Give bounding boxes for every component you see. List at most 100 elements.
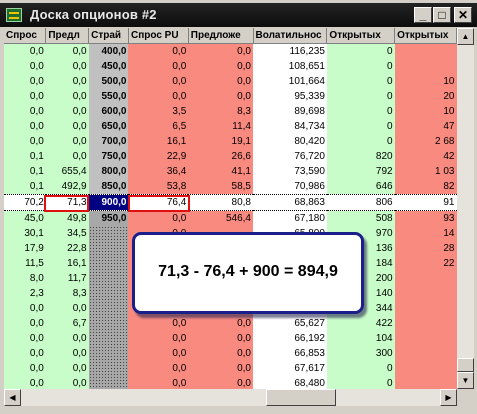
cell-call-open-interest[interactable]: 0: [326, 376, 395, 389]
cell-put-open-interest[interactable]: 20: [394, 89, 457, 104]
cell-call-open-interest[interactable]: 0: [326, 74, 395, 89]
table-row[interactable]: 70,2 71,3 900,0 76,4 80,8 68,863 806 91: [4, 194, 457, 211]
cell-put-ask[interactable]: 41,1: [188, 164, 253, 179]
cell-volatility[interactable]: 76,720: [253, 149, 327, 164]
cell-call-bid[interactable]: 0,0: [4, 301, 46, 316]
cell-strike[interactable]: 500,0: [88, 74, 129, 89]
col-header-put-bid[interactable]: Спрос PU: [128, 28, 189, 44]
cell-call-bid[interactable]: 70,2: [4, 194, 46, 211]
cell-call-open-interest[interactable]: 104: [326, 331, 395, 346]
cell-call-ask[interactable]: 0,0: [45, 59, 89, 74]
cell-put-bid[interactable]: 53,8: [128, 179, 189, 195]
cell-strike-empty[interactable]: [88, 241, 129, 256]
cell-call-bid[interactable]: 30,1: [4, 226, 46, 241]
cell-call-ask[interactable]: 0,0: [45, 119, 89, 134]
cell-put-open-interest[interactable]: 22: [394, 256, 457, 271]
cell-put-bid[interactable]: 76,4: [128, 194, 189, 211]
cell-put-bid[interactable]: 0,0: [128, 361, 189, 376]
cell-call-ask[interactable]: 0,0: [45, 331, 89, 346]
cell-volatility[interactable]: 70,986: [253, 179, 327, 195]
cell-call-open-interest[interactable]: 0: [326, 104, 395, 119]
minimize-button[interactable]: _: [414, 7, 432, 23]
col-header-put-ask[interactable]: Предложе: [188, 28, 254, 44]
cell-put-open-interest[interactable]: 28: [394, 241, 457, 256]
cell-call-ask[interactable]: 0,0: [45, 149, 89, 164]
cell-call-ask[interactable]: 0,0: [45, 346, 89, 361]
cell-put-ask[interactable]: 11,4: [188, 119, 253, 134]
cell-call-ask[interactable]: 0,0: [45, 104, 89, 119]
table-row[interactable]: 0,0 0,0 0,0 0,0 66,192 104: [4, 331, 457, 346]
cell-call-open-interest[interactable]: 0: [326, 134, 395, 149]
table-row[interactable]: 0,0 0,0 700,0 16,1 19,1 80,420 0 2 68: [4, 134, 457, 149]
cell-put-ask[interactable]: 0,0: [188, 74, 253, 89]
table-row[interactable]: 0,0 0,0 0,0 0,0 68,480 0: [4, 376, 457, 389]
maximize-button[interactable]: □: [433, 7, 451, 23]
cell-put-bid[interactable]: 6,5: [128, 119, 189, 134]
cell-call-open-interest[interactable]: 0: [326, 89, 395, 104]
cell-put-open-interest[interactable]: 10: [394, 104, 457, 119]
cell-put-bid[interactable]: 0,0: [128, 89, 189, 104]
cell-put-ask[interactable]: 546,4: [188, 210, 253, 226]
cell-strike-empty[interactable]: [88, 316, 129, 331]
cell-strike[interactable]: 450,0: [88, 59, 129, 74]
cell-call-ask[interactable]: 6,7: [45, 316, 89, 331]
cell-call-bid[interactable]: 2,3: [4, 286, 46, 301]
cell-put-open-interest[interactable]: 10: [394, 74, 457, 89]
table-row[interactable]: 0,0 0,0 0,0 0,0 67,617 0: [4, 361, 457, 376]
cell-volatility[interactable]: 68,863: [253, 194, 327, 211]
cell-put-open-interest[interactable]: 42: [394, 149, 457, 164]
cell-call-ask[interactable]: 0,0: [45, 301, 89, 316]
cell-put-open-interest[interactable]: 14: [394, 226, 457, 241]
cell-put-open-interest[interactable]: 91: [394, 194, 457, 211]
cell-put-ask[interactable]: 0,0: [188, 346, 253, 361]
cell-strike[interactable]: 900,0: [88, 194, 129, 211]
cell-call-bid[interactable]: 0,0: [4, 134, 46, 149]
cell-strike-empty[interactable]: [88, 376, 129, 389]
cell-call-bid[interactable]: 0,1: [4, 179, 46, 195]
cell-call-ask[interactable]: 0,0: [45, 361, 89, 376]
cell-call-open-interest[interactable]: 646: [326, 179, 395, 195]
scroll-left-button[interactable]: ◀: [4, 389, 21, 406]
cell-volatility[interactable]: 89,698: [253, 104, 327, 119]
cell-put-bid[interactable]: 0,0: [128, 210, 189, 226]
cell-strike-empty[interactable]: [88, 271, 129, 286]
cell-strike[interactable]: 700,0: [88, 134, 129, 149]
scroll-down-button[interactable]: ▼: [457, 372, 474, 389]
cell-put-bid[interactable]: 36,4: [128, 164, 189, 179]
cell-put-ask[interactable]: 0,0: [188, 361, 253, 376]
table-row[interactable]: 0,0 0,0 400,0 0,0 0,0 116,235 0: [4, 43, 457, 59]
col-header-volatility[interactable]: Волатильнос: [253, 28, 328, 44]
cell-call-bid[interactable]: 0,0: [4, 43, 46, 59]
col-header-call-ask[interactable]: Предл: [45, 28, 90, 44]
cell-call-bid[interactable]: 0,0: [4, 119, 46, 134]
scroll-up-button[interactable]: ▲: [457, 28, 474, 45]
cell-call-open-interest[interactable]: 422: [326, 316, 395, 331]
cell-call-bid[interactable]: 0,1: [4, 149, 46, 164]
cell-strike[interactable]: 750,0: [88, 149, 129, 164]
cell-call-ask[interactable]: 16,1: [45, 256, 89, 271]
cell-call-bid[interactable]: 17,9: [4, 241, 46, 256]
cell-strike-empty[interactable]: [88, 286, 129, 301]
cell-put-bid[interactable]: 0,0: [128, 346, 189, 361]
table-row[interactable]: 45,0 49,8 950,0 0,0 546,4 67,180 508 93: [4, 210, 457, 226]
cell-put-open-interest[interactable]: [394, 316, 457, 331]
cell-strike[interactable]: 800,0: [88, 164, 129, 179]
cell-put-bid[interactable]: 0,0: [128, 376, 189, 389]
cell-strike[interactable]: 850,0: [88, 179, 129, 195]
cell-volatility[interactable]: 80,420: [253, 134, 327, 149]
cell-strike[interactable]: 650,0: [88, 119, 129, 134]
cell-strike-empty[interactable]: [88, 301, 129, 316]
cell-put-ask[interactable]: 80,8: [188, 194, 253, 211]
cell-volatility[interactable]: 84,734: [253, 119, 327, 134]
cell-call-bid[interactable]: 8,0: [4, 271, 46, 286]
table-row[interactable]: 0,0 0,0 650,0 6,5 11,4 84,734 0 47: [4, 119, 457, 134]
cell-strike[interactable]: 600,0: [88, 104, 129, 119]
cell-put-bid[interactable]: 0,0: [128, 59, 189, 74]
cell-volatility[interactable]: 73,590: [253, 164, 327, 179]
cell-put-open-interest[interactable]: 82: [394, 179, 457, 195]
cell-put-open-interest[interactable]: [394, 376, 457, 389]
cell-call-open-interest[interactable]: 0: [326, 43, 395, 59]
cell-strike[interactable]: 550,0: [88, 89, 129, 104]
cell-call-open-interest[interactable]: 792: [326, 164, 395, 179]
cell-call-open-interest[interactable]: 806: [326, 194, 395, 211]
